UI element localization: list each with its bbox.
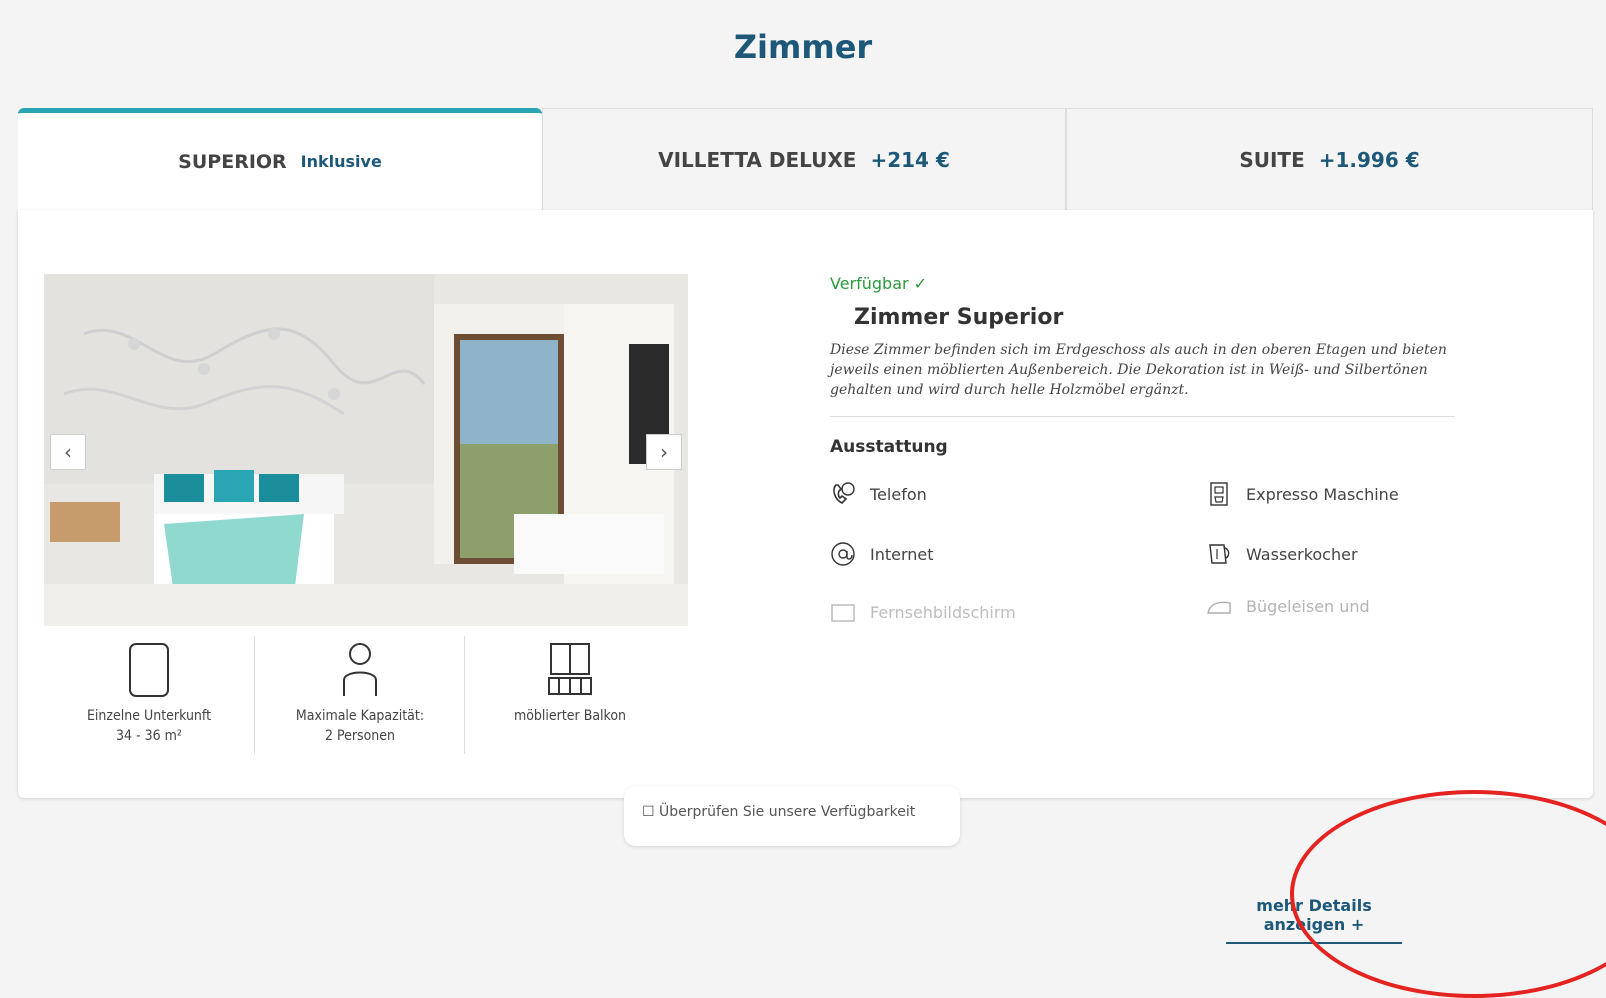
feature-value: 34 - 36 m² (116, 728, 182, 744)
iron-icon (1207, 601, 1231, 614)
at-icon (831, 542, 855, 566)
tab-price: +1.996 € (1318, 147, 1420, 172)
annotation-circle (1290, 790, 1606, 998)
feature-balcony: möblierter Balkon (464, 636, 675, 754)
feature-value: 2 Personen (324, 728, 396, 744)
page-title: Zimmer (733, 28, 873, 66)
feature-label: möblierter Balkon (513, 708, 627, 724)
amenity-tv: Fernsehbildschirm (830, 597, 1016, 627)
amenity-iron: Bügeleisen und (1206, 591, 1370, 621)
feature-room-size: Einzelne Unterkunft 34 - 36 m² (44, 636, 254, 754)
tab-label: VILLETTA DELUXE (658, 147, 857, 172)
person-icon (343, 643, 377, 696)
tab-label: SUITE (1239, 147, 1305, 172)
feature-label: Einzelne Unterkunft (86, 708, 212, 724)
amenity-coffee-machine: Expresso Maschine (1206, 479, 1399, 509)
room-features: Einzelne Unterkunft 34 - 36 m² Maximale … (44, 636, 688, 756)
room-info: Verfügbar ✓ Zimmer Superior Diese Zimmer… (830, 274, 1480, 629)
room-description: Diese Zimmer befinden sich im Erdgeschos… (830, 340, 1455, 417)
gallery-next-button[interactable]: › (646, 434, 682, 470)
amenity-kettle: Wasserkocher (1206, 539, 1358, 569)
feature-label: Maximale Kapazität: (295, 708, 425, 724)
amenity-label: Internet (870, 544, 934, 564)
tv-icon (831, 604, 855, 622)
tab-superior[interactable]: SUPERIOR Inklusive (18, 108, 542, 210)
balcony-icon (548, 643, 592, 695)
tab-villetta-deluxe[interactable]: VILLETTA DELUXE +214 € (542, 108, 1066, 210)
amenity-label: Bügeleisen und (1246, 596, 1370, 616)
amenities-list: Telefon Internet Fernsehbildschirm Expre… (830, 479, 1480, 629)
room-name: Zimmer Superior (854, 305, 1064, 330)
amenity-label: Expresso Maschine (1246, 484, 1399, 504)
room-photo-image (44, 274, 688, 626)
amenity-label: Telefon (870, 484, 927, 504)
amenities-title: Ausstattung (830, 437, 948, 457)
kettle-icon (1209, 544, 1230, 564)
availability-status: Verfügbar ✓ (830, 274, 928, 293)
availability-check-button[interactable]: ☐ Überprüfen Sie unsere Verfügbarkeit (624, 786, 960, 846)
phone-icon (833, 482, 855, 504)
amenity-phone: Telefon (830, 479, 927, 509)
tab-price: Inklusive (300, 152, 382, 171)
tab-price: +214 € (870, 147, 950, 172)
amenity-label: Fernsehbildschirm (870, 602, 1016, 622)
tab-suite[interactable]: SUITE +1.996 € (1066, 108, 1593, 210)
room-size-icon (129, 643, 169, 697)
gallery-prev-button[interactable]: ‹ (50, 434, 86, 470)
room-photo: ‹ › (44, 274, 688, 626)
amenity-internet: Internet (830, 539, 934, 569)
feature-capacity: Maximale Kapazität: 2 Personen (254, 636, 465, 754)
room-tabs: SUPERIOR Inklusive VILLETTA DELUXE +214 … (18, 108, 1593, 210)
tab-label: SUPERIOR (178, 150, 287, 173)
coffee-machine-icon (1210, 482, 1228, 506)
room-card: ‹ › Einzelne Unterkunft 34 - 36 m² Maxim… (18, 210, 1593, 944)
amenity-label: Wasserkocher (1246, 544, 1358, 564)
